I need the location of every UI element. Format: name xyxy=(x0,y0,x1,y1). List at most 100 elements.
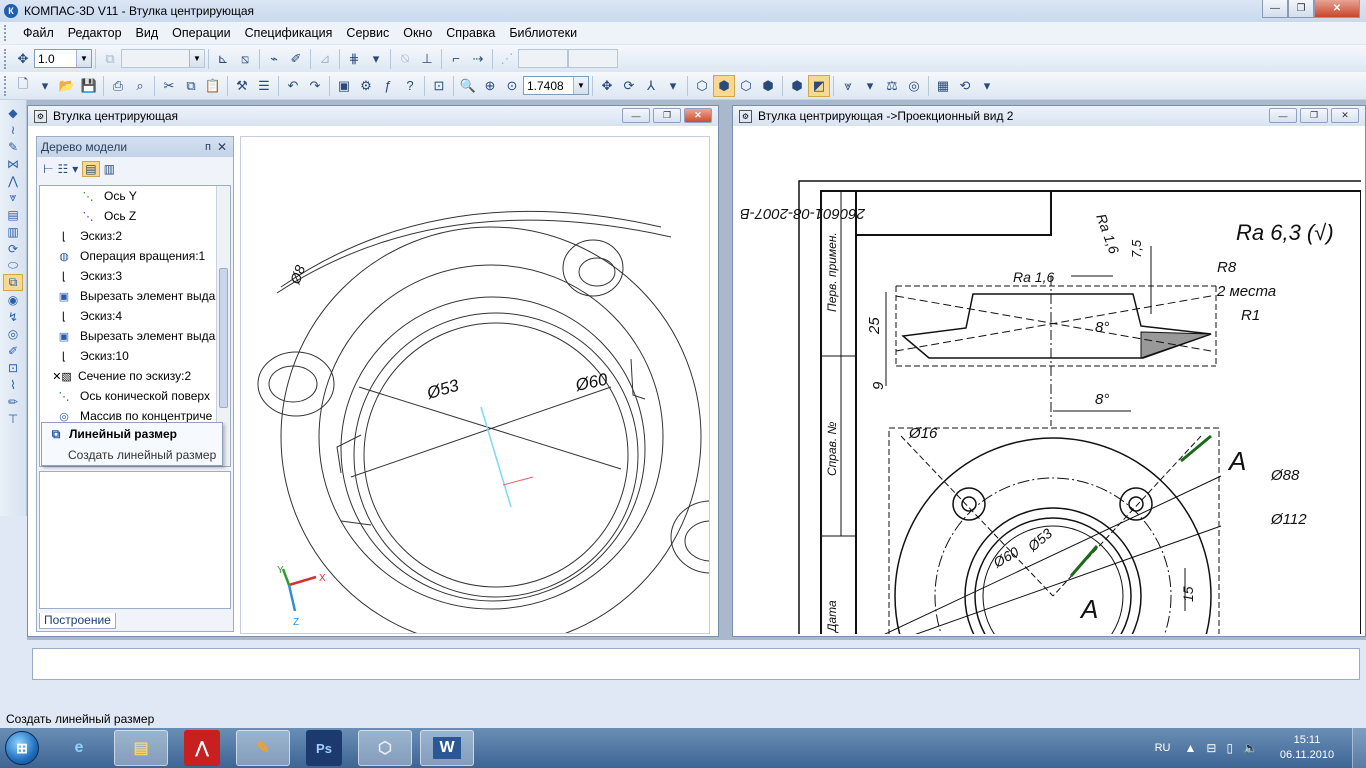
close-button[interactable]: ✕ xyxy=(1331,108,1359,123)
zoom-in-icon[interactable]: ⊕ xyxy=(479,75,501,97)
menu-specification[interactable]: Спецификация xyxy=(238,22,340,44)
tree-item[interactable]: ▣ Вырезать элемент выдав xyxy=(40,326,230,346)
snap-settings-icon[interactable]: ✐ xyxy=(285,48,307,70)
chevron-down-icon[interactable]: ▼ xyxy=(573,77,588,94)
round-icon[interactable]: ⍉ xyxy=(394,48,416,70)
paste-icon[interactable]: 📋 xyxy=(202,75,224,97)
menu-window[interactable]: Окно xyxy=(396,22,439,44)
network-icon[interactable]: ⊟ xyxy=(1206,741,1216,755)
surface-tool-icon[interactable]: ⬭ xyxy=(3,257,23,274)
filter-dropdown-icon[interactable]: ▾ xyxy=(859,75,881,97)
tab-construction[interactable]: Построение xyxy=(39,613,116,629)
tree-display-icon[interactable]: ▥ xyxy=(104,162,115,176)
symbol-tool-icon[interactable]: ⊤ xyxy=(3,410,23,427)
properties-panel[interactable] xyxy=(32,648,1360,680)
tree-item[interactable]: ⌊ Эскиз:3 xyxy=(40,266,230,286)
chevron-down-icon[interactable]: ▼ xyxy=(189,50,204,67)
manager-icon[interactable]: ▣ xyxy=(333,75,355,97)
tree-item[interactable]: ✕▧ Сечение по эскизу:2 xyxy=(40,366,230,386)
power-icon[interactable]: ▯ xyxy=(1226,741,1233,755)
scrollbar-thumb[interactable] xyxy=(219,268,228,408)
taskbar-kompas-3d[interactable]: ⬡ xyxy=(358,730,412,766)
menu-view[interactable]: Вид xyxy=(129,22,166,44)
menu-operations[interactable]: Операции xyxy=(165,22,237,44)
restore-button[interactable]: ❐ xyxy=(1300,108,1328,123)
tree-item[interactable]: ⌊ Эскиз:2 xyxy=(40,226,230,246)
cut-icon[interactable]: ✂ xyxy=(158,75,180,97)
spec-tool-icon[interactable]: ▤ xyxy=(3,206,23,223)
volume-icon[interactable]: 🔈 xyxy=(1243,741,1258,755)
library-icon[interactable]: ⚙ xyxy=(355,75,377,97)
axes-icon[interactable]: ⊥ xyxy=(416,48,438,70)
language-indicator[interactable]: RU xyxy=(1155,742,1171,754)
pin-icon[interactable]: ᴨ xyxy=(205,141,211,153)
menu-editor[interactable]: Редактор xyxy=(61,22,129,44)
save-icon[interactable]: 💾 xyxy=(78,75,100,97)
ortho-icon[interactable]: ⊿ xyxy=(314,48,336,70)
close-icon[interactable]: ✕ xyxy=(217,140,227,154)
variables-icon[interactable]: ƒ xyxy=(377,75,399,97)
layer-icon[interactable]: ⧉ xyxy=(99,48,121,70)
tree-item[interactable]: ⋱ Ось конической поверх xyxy=(40,386,230,406)
properties-icon[interactable]: ☰ xyxy=(253,75,275,97)
tree-item[interactable]: ⋱ Ось Z xyxy=(40,206,230,226)
print-icon[interactable]: ⎙ xyxy=(107,75,129,97)
taskbar-pdf[interactable]: ⋀ xyxy=(184,730,220,766)
coord-y-field[interactable] xyxy=(568,49,618,68)
format-painter-icon[interactable]: ⚒ xyxy=(231,75,253,97)
hidden-lines-icon[interactable]: ⬡ xyxy=(735,75,757,97)
taskbar-explorer[interactable]: ▤ xyxy=(114,730,168,766)
tree-item[interactable]: ▣ Вырезать элемент выдав xyxy=(40,286,230,306)
close-button[interactable]: ✕ xyxy=(684,108,712,123)
menu-libraries[interactable]: Библиотеки xyxy=(502,22,584,44)
redo-icon[interactable]: ↷ xyxy=(304,75,326,97)
shaded-icon[interactable]: ⬢ xyxy=(713,74,735,97)
taskbar-photoshop[interactable]: Ps xyxy=(306,730,342,766)
tree-item[interactable]: ⌊ Эскиз:10 xyxy=(40,346,230,366)
new-document-icon[interactable]: 🗋 xyxy=(12,75,34,97)
restore-button[interactable]: ❐ xyxy=(1288,0,1314,18)
zoom-combo[interactable]: 1.7408 ▼ xyxy=(523,76,589,95)
orientation-dropdown-icon[interactable]: ▾ xyxy=(662,75,684,97)
step-combo[interactable]: 1.0 ▼ xyxy=(34,49,92,68)
mass-properties-icon[interactable]: ⚖ xyxy=(881,75,903,97)
orientation-triad-icon[interactable]: ⅄ xyxy=(640,75,662,97)
halftone-icon[interactable]: ⬢ xyxy=(757,75,779,97)
coords-icon[interactable]: ⋰ xyxy=(496,48,518,70)
open-folder-icon[interactable]: 📂 xyxy=(56,75,78,97)
clock[interactable]: 15:11 06.11.2010 xyxy=(1268,733,1346,763)
rotate-tool-icon[interactable]: ⟳ xyxy=(3,240,23,257)
perspective-icon[interactable]: ⬢ xyxy=(786,75,808,97)
rebuild-icon[interactable]: ⟲ xyxy=(954,75,976,97)
geometry-icon[interactable]: ◆ xyxy=(3,104,23,121)
minimize-button[interactable]: — xyxy=(1269,108,1297,123)
chevron-down-icon[interactable]: ▼ xyxy=(76,50,91,67)
new-dropdown-icon[interactable]: ▾ xyxy=(34,75,56,97)
help-pointer-icon[interactable]: ? xyxy=(399,75,421,97)
tree-structure-icon[interactable]: ⊢ xyxy=(43,162,53,176)
copy-icon[interactable]: ⧉ xyxy=(180,75,202,97)
grid-icon[interactable]: ⋕ xyxy=(343,48,365,70)
taskbar-ie[interactable]: e xyxy=(52,730,106,766)
reports-tool-icon[interactable]: ▥ xyxy=(3,223,23,240)
section-view-icon[interactable]: ◩ xyxy=(808,74,830,97)
cursor-icon[interactable]: ⌐ xyxy=(445,48,467,70)
coord-x-field[interactable] xyxy=(518,49,568,68)
taskbar-word[interactable]: W xyxy=(420,730,474,766)
local-cs-icon[interactable]: ⊾ xyxy=(212,48,234,70)
drawing-2d-viewport[interactable]: 260601-08-2007-ВУМ-52.00.01 Ra 6,3 (√) R… xyxy=(741,136,1361,634)
layer-combo[interactable]: ▼ xyxy=(121,49,205,68)
taskbar-kompas[interactable]: ✎ xyxy=(236,730,290,766)
rotate-icon[interactable]: ⟳ xyxy=(618,75,640,97)
tray-expand-icon[interactable]: ▲ xyxy=(1184,741,1196,755)
zoom-window-icon[interactable]: 🔍 xyxy=(457,75,479,97)
snap-tool-icon[interactable]: ↯ xyxy=(3,308,23,325)
filter-icon[interactable]: ⩔ xyxy=(837,75,859,97)
filter-tool-icon[interactable]: ⩔ xyxy=(3,189,23,206)
zoom-fit-icon[interactable]: ⊡ xyxy=(428,75,450,97)
show-desktop-button[interactable] xyxy=(1352,728,1366,768)
measure-tool-icon[interactable]: ◉ xyxy=(3,291,23,308)
tree-dropdown-icon[interactable]: ▾ xyxy=(72,162,78,176)
menu-service[interactable]: Сервис xyxy=(339,22,396,44)
start-button[interactable]: ⊞ xyxy=(0,728,44,768)
